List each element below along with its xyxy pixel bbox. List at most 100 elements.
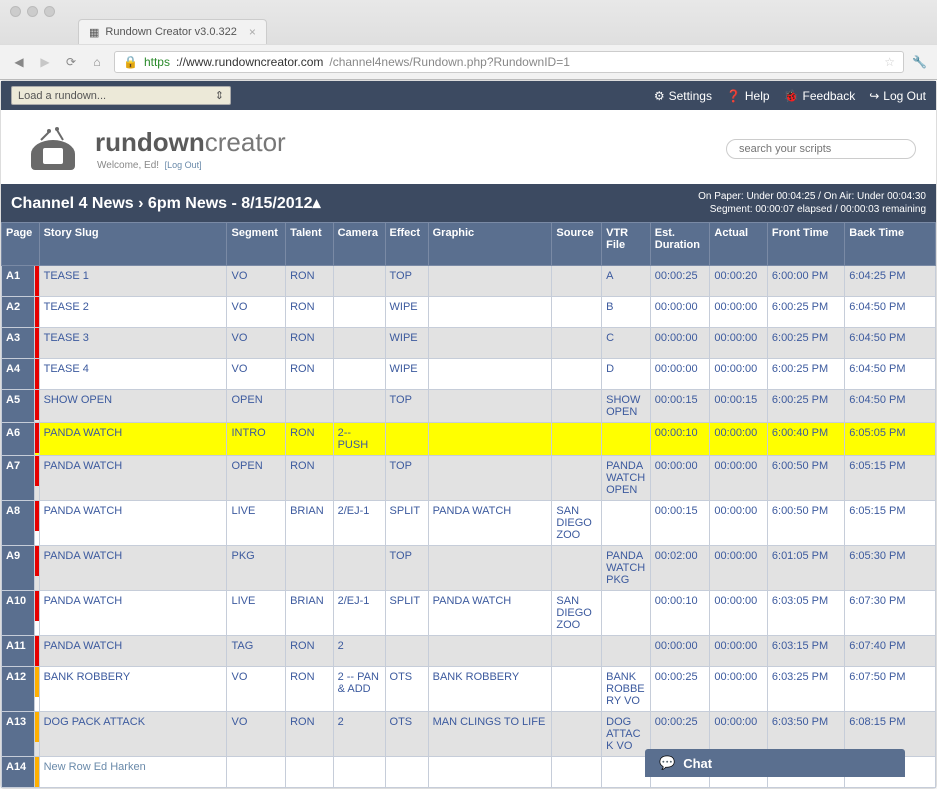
cell-vtr[interactable]: SHOW OPEN [602,390,651,423]
maximize-window-icon[interactable] [44,6,55,17]
cell-vtr[interactable] [602,501,651,546]
cell-camera[interactable]: 2/EJ-1 [333,591,385,636]
cell-source[interactable] [552,636,602,667]
cell-back[interactable]: 6:05:05 PM [845,423,936,456]
cell-source[interactable] [552,456,602,501]
cell-effect[interactable]: WIPE [385,297,428,328]
cell-source[interactable] [552,359,602,390]
col-header[interactable]: Front Time [767,223,844,266]
cell-front[interactable]: 6:03:15 PM [767,636,844,667]
cell-back[interactable]: 6:04:50 PM [845,390,936,423]
cell-source[interactable] [552,712,602,757]
cell-page[interactable]: A2 [2,297,35,328]
bookmark-icon[interactable]: ☆ [884,55,895,69]
cell-effect[interactable]: WIPE [385,359,428,390]
cell-effect[interactable] [385,757,428,788]
wrench-icon[interactable]: 🔧 [912,55,927,69]
col-header-page[interactable]: Page [2,223,40,266]
back-button[interactable]: ◀ [10,53,28,71]
cell-source[interactable] [552,328,602,359]
cell-segment[interactable]: VO [227,297,286,328]
cell-graphic[interactable] [428,297,552,328]
home-button[interactable]: ⌂ [88,53,106,71]
cell-est[interactable]: 00:00:00 [650,359,710,390]
cell-page[interactable]: A14 [2,757,35,788]
close-window-icon[interactable] [10,6,21,17]
cell-front[interactable]: 6:00:25 PM [767,328,844,359]
cell-est[interactable]: 00:00:10 [650,423,710,456]
cell-source[interactable] [552,297,602,328]
cell-front[interactable]: 6:03:25 PM [767,667,844,712]
cell-effect[interactable]: SPLIT [385,501,428,546]
cell-camera[interactable] [333,297,385,328]
cell-talent[interactable]: BRIAN [286,591,334,636]
col-header[interactable]: Talent [286,223,334,266]
cell-graphic[interactable]: PANDA WATCH [428,501,552,546]
reload-button[interactable]: ⟳ [62,53,80,71]
cell-slug[interactable]: PANDA WATCH [39,591,227,636]
cell-segment[interactable]: LIVE [227,501,286,546]
cell-back[interactable]: 6:07:30 PM [845,591,936,636]
table-row[interactable]: A12BANK ROBBERYVORON2 -- PAN & ADDOTSBAN… [2,667,936,712]
cell-vtr[interactable]: B [602,297,651,328]
col-header[interactable]: Back Time [845,223,936,266]
cell-talent[interactable]: RON [286,359,334,390]
cell-page[interactable]: A4 [2,359,35,390]
cell-camera[interactable]: 2--PUSH [333,423,385,456]
cell-graphic[interactable] [428,456,552,501]
welcome-logout-link[interactable]: [Log Out] [165,160,202,170]
col-header[interactable]: VTR File [602,223,651,266]
table-row[interactable]: A6PANDA WATCHINTRORON2--PUSH00:00:1000:0… [2,423,936,456]
cell-camera[interactable] [333,546,385,591]
cell-est[interactable]: 00:02:00 [650,546,710,591]
cell-page[interactable]: A5 [2,390,35,423]
cell-slug[interactable]: TEASE 2 [39,297,227,328]
table-row[interactable]: A10PANDA WATCHLIVEBRIAN2/EJ-1SPLITPANDA … [2,591,936,636]
cell-effect[interactable] [385,636,428,667]
cell-front[interactable]: 6:00:50 PM [767,456,844,501]
cell-page[interactable]: A3 [2,328,35,359]
cell-page[interactable]: A9 [2,546,35,591]
cell-talent[interactable]: RON [286,328,334,359]
cell-actual[interactable]: 00:00:15 [710,390,767,423]
cell-effect[interactable]: SPLIT [385,591,428,636]
cell-vtr[interactable]: D [602,359,651,390]
cell-slug[interactable]: PANDA WATCH [39,636,227,667]
cell-source[interactable] [552,757,602,788]
cell-camera[interactable] [333,328,385,359]
table-row[interactable]: A5SHOW OPENOPENTOPSHOW OPEN00:00:1500:00… [2,390,936,423]
cell-front[interactable]: 6:00:25 PM [767,390,844,423]
cell-graphic[interactable] [428,546,552,591]
cell-segment[interactable]: PKG [227,546,286,591]
cell-camera[interactable] [333,757,385,788]
cell-camera[interactable]: 2/EJ-1 [333,501,385,546]
cell-front[interactable]: 6:00:50 PM [767,501,844,546]
cell-front[interactable]: 6:00:25 PM [767,359,844,390]
cell-actual[interactable]: 00:00:00 [710,359,767,390]
table-row[interactable]: A4TEASE 4VORONWIPED00:00:0000:00:006:00:… [2,359,936,390]
cell-actual[interactable]: 00:00:20 [710,266,767,297]
cell-segment[interactable] [227,757,286,788]
cell-vtr[interactable]: BANK ROBBERY VO [602,667,651,712]
minimize-window-icon[interactable] [27,6,38,17]
cell-graphic[interactable] [428,423,552,456]
cell-actual[interactable]: 00:00:00 [710,501,767,546]
cell-graphic[interactable]: MAN CLINGS TO LIFE [428,712,552,757]
cell-camera[interactable] [333,359,385,390]
cell-page[interactable]: A11 [2,636,35,667]
chat-bar[interactable]: 💬 Chat [645,749,905,777]
cell-vtr[interactable]: A [602,266,651,297]
cell-slug[interactable]: PANDA WATCH [39,501,227,546]
cell-back[interactable]: 6:04:25 PM [845,266,936,297]
cell-est[interactable]: 00:00:10 [650,591,710,636]
cell-vtr[interactable]: DOG ATTACK VO [602,712,651,757]
cell-graphic[interactable] [428,390,552,423]
cell-source[interactable] [552,667,602,712]
cell-page[interactable]: A1 [2,266,35,297]
cell-slug[interactable]: PANDA WATCH [39,546,227,591]
cell-vtr[interactable] [602,591,651,636]
cell-segment[interactable]: INTRO [227,423,286,456]
cell-source[interactable]: SAN DIEGO ZOO [552,501,602,546]
cell-est[interactable]: 00:00:00 [650,328,710,359]
rundown-title[interactable]: Channel 4 News › 6pm News - 8/15/2012▴ [11,193,321,213]
